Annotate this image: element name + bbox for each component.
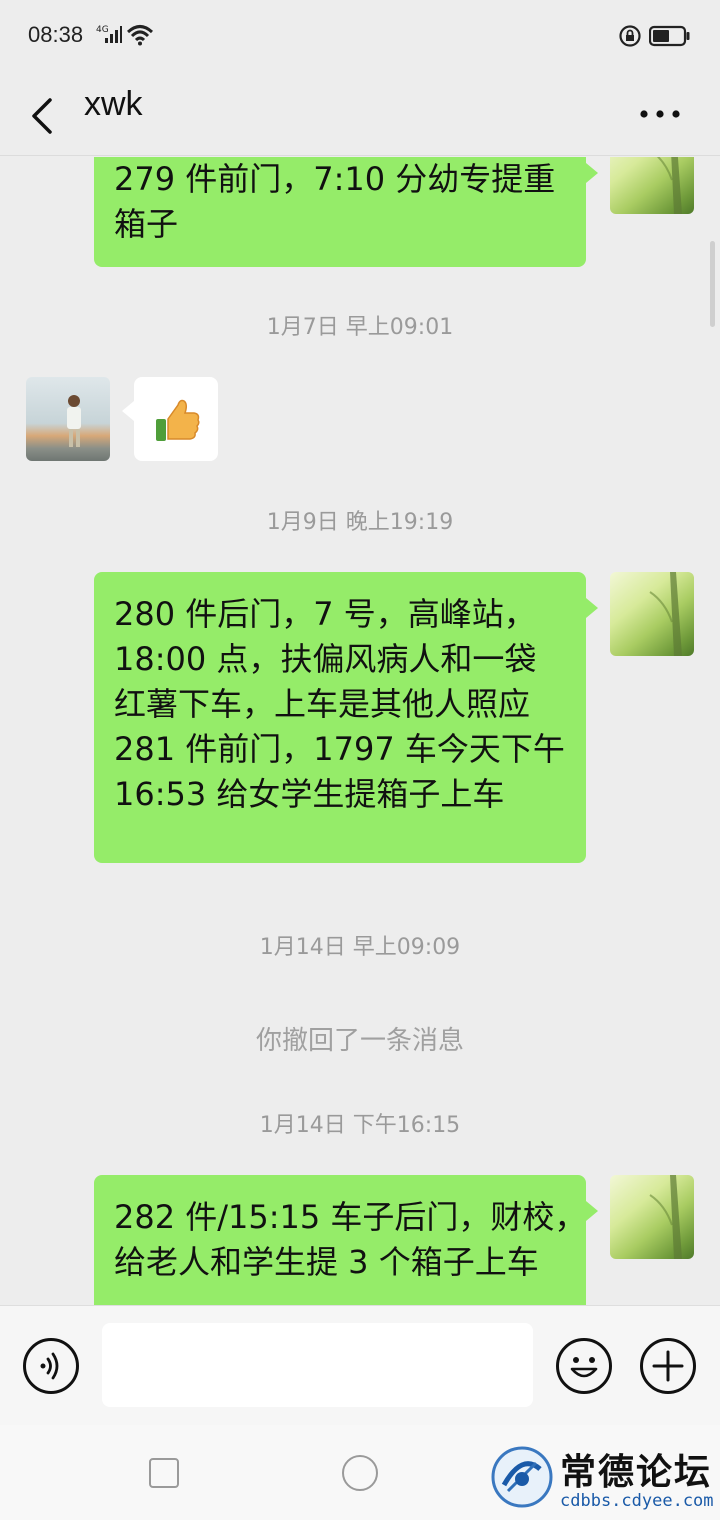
sent-message-bubble[interactable]: 279 件前门，7:10 分幼专提重 箱子 <box>94 157 598 267</box>
message-timestamp: 1月14日 下午16:15 <box>259 1113 461 1138</box>
message-text-line: 282 件/15:15 车子后门，财校， <box>114 1198 587 1236</box>
self-avatar[interactable] <box>610 572 694 656</box>
self-avatar[interactable] <box>610 1175 694 1259</box>
forum-logo-icon <box>491 1446 553 1508</box>
back-button[interactable] <box>22 84 62 144</box>
title-bar: xwk <box>0 72 720 156</box>
more-button[interactable] <box>636 94 684 134</box>
scrollbar-thumb[interactable] <box>710 241 715 327</box>
plus-icon <box>640 1338 696 1394</box>
message-text-line: 18:00 点，扶偏风病人和一袋 <box>114 640 537 678</box>
emoji-icon <box>556 1338 612 1394</box>
avatar-image <box>67 395 81 447</box>
watermark-title: 常德论坛 <box>560 1451 713 1493</box>
message-timestamp: 1月7日 早上09:01 <box>266 315 454 340</box>
contact-avatar[interactable] <box>26 377 110 461</box>
sent-message-bubble[interactable]: 280 件后门，7 号，高峰站， 18:00 点，扶偏风病人和一袋 红薯下车，上… <box>94 572 598 863</box>
system-nav-bar: 常德论坛 cdbbs.cdyee.com <box>0 1425 720 1520</box>
message-text-line: 280 件后门，7 号，高峰站， <box>114 595 536 633</box>
home-button[interactable] <box>342 1455 378 1491</box>
rotation-lock-icon <box>619 25 641 47</box>
watermark: 常德论坛 cdbbs.cdyee.com <box>490 1443 720 1515</box>
voice-icon <box>23 1338 79 1394</box>
message-text-line: 红薯下车，上车是其他人照应 <box>114 685 531 723</box>
self-avatar[interactable] <box>610 157 694 214</box>
message-text-line: 16:53 给女学生提箱子上车 <box>114 775 505 813</box>
message-timestamp: 1月9日 晚上19:19 <box>266 510 454 535</box>
input-bar <box>0 1305 720 1425</box>
message-text-line: 279 件前门，7:10 分幼专提重 <box>114 160 556 198</box>
emoji-button[interactable] <box>555 1337 613 1399</box>
message-text-line: 箱子 <box>114 205 179 243</box>
thumbs-up-icon <box>156 399 200 441</box>
message-timestamp: 1月14日 早上09:09 <box>259 935 461 960</box>
received-message-bubble[interactable] <box>122 377 218 461</box>
watermark-url: cdbbs.cdyee.com <box>560 1491 714 1511</box>
avatar-image <box>649 1175 682 1259</box>
sent-message-bubble[interactable]: 282 件/15:15 车子后门，财校， 给老人和学生提 3 个箱子上车 <box>94 1175 598 1305</box>
more-actions-button[interactable] <box>639 1337 697 1399</box>
voice-button[interactable] <box>22 1337 80 1399</box>
chevron-left-icon <box>32 98 52 134</box>
status-bar: 08:38 4G <box>0 0 720 72</box>
chat-message-list[interactable]: 279 件前门，7:10 分幼专提重 箱子 1月7日 早上09:01 1月9日 … <box>0 157 720 1305</box>
wifi-icon <box>126 25 154 46</box>
status-time: 08:38 <box>28 22 84 47</box>
chat-title: xwk <box>84 85 143 123</box>
more-dots-icon <box>640 110 680 118</box>
recalled-message-notice: 你撤回了一条消息 <box>255 1026 464 1056</box>
battery-icon <box>649 25 690 47</box>
message-input[interactable] <box>102 1323 533 1407</box>
message-text-line: 281 件前门，1797 车今天下午 <box>114 730 565 768</box>
recents-button[interactable] <box>149 1458 179 1488</box>
avatar-image <box>649 572 682 656</box>
signal-icon <box>105 26 122 43</box>
avatar-image <box>656 157 682 214</box>
message-text-line: 给老人和学生提 3 个箱子上车 <box>114 1243 539 1281</box>
